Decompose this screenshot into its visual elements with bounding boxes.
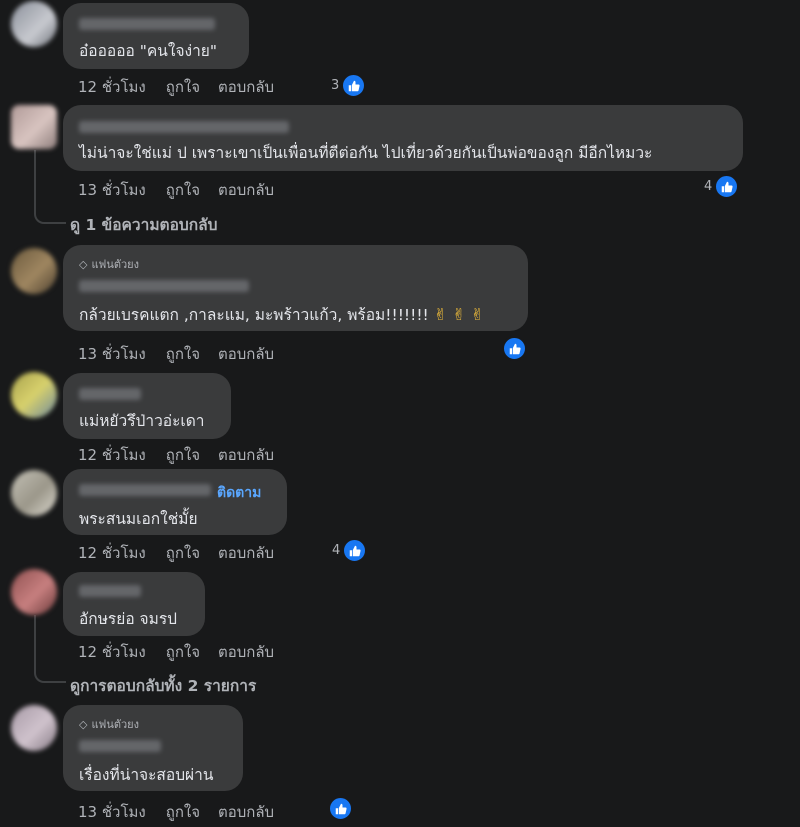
comment-text: อักษรย่อ จมรป	[79, 610, 178, 628]
reply-button[interactable]: ตอบกลับ	[218, 800, 274, 824]
author-name[interactable]	[79, 484, 211, 496]
fan-badge-label: แฟนตัวยง	[91, 718, 140, 731]
comment-bubble: อ๋อออออ "คนใจง่าย"	[63, 3, 249, 69]
author-name[interactable]	[79, 740, 161, 752]
avatar[interactable]	[11, 372, 57, 418]
comment-bubble: ไม่น่าจะใช่แม่ ป เพราะเขาเป็นเพื่อนที่ตี…	[63, 105, 743, 171]
reaction-count[interactable]: 3	[331, 73, 367, 98]
author-name[interactable]	[79, 388, 141, 400]
avatar[interactable]	[11, 1, 57, 47]
like-button[interactable]: ถูกใจ	[166, 443, 200, 467]
like-button[interactable]: ถูกใจ	[166, 75, 200, 99]
reaction-count[interactable]: 4	[332, 538, 368, 563]
comment-actions: 12 ชั่วโมง ถูกใจ ตอบกลับ	[78, 443, 292, 467]
comment-text: ไม่น่าจะใช่แม่ ป เพราะเขาเป็นเพื่อนที่ตี…	[79, 144, 653, 162]
avatar[interactable]	[11, 105, 57, 149]
comment-actions: 13 ชั่วโมง ถูกใจ ตอบกลับ	[78, 178, 292, 202]
author-name[interactable]	[79, 280, 249, 292]
comment-time[interactable]: 12 ชั่วโมง	[78, 75, 146, 99]
comment-time[interactable]: 13 ชั่วโมง	[78, 342, 146, 366]
reaction-count[interactable]	[502, 336, 527, 361]
comment-actions: 13 ชั่วโมง ถูกใจ ตอบกลับ	[78, 800, 292, 824]
comment-time[interactable]: 12 ชั่วโมง	[78, 443, 146, 467]
reply-button[interactable]: ตอบกลับ	[218, 541, 274, 565]
comment-actions: 13 ชั่วโมง ถูกใจ ตอบกลับ	[78, 342, 292, 366]
author-name[interactable]	[79, 18, 215, 30]
reply-button[interactable]: ตอบกลับ	[218, 443, 274, 467]
diamond-icon: ◇	[79, 258, 88, 271]
comment-text: พระสนมเอกใช่มั้ย	[79, 510, 198, 528]
reaction-count[interactable]: 4	[704, 174, 740, 199]
diamond-icon: ◇	[79, 718, 88, 731]
reply-button[interactable]: ตอบกลับ	[218, 342, 274, 366]
view-replies-link[interactable]: ดูการตอบกลับทั้ง 2 รายการ	[70, 673, 256, 698]
like-button[interactable]: ถูกใจ	[166, 178, 200, 202]
comment-time[interactable]: 12 ชั่วโมง	[78, 541, 146, 565]
like-reaction-icon	[328, 796, 353, 821]
comment-text: เรื่องที่น่าจะสอบผ่าน	[79, 766, 214, 784]
reply-thread-line	[34, 615, 66, 683]
comment-bubble: อักษรย่อ จมรป	[63, 572, 205, 636]
comment-time[interactable]: 13 ชั่วโมง	[78, 178, 146, 202]
view-replies-link[interactable]: ดู 1 ข้อความตอบกลับ	[70, 212, 217, 237]
like-button[interactable]: ถูกใจ	[166, 342, 200, 366]
comment-time[interactable]: 12 ชั่วโมง	[78, 640, 146, 664]
reply-button[interactable]: ตอบกลับ	[218, 178, 274, 202]
comment-actions: 12 ชั่วโมง ถูกใจ ตอบกลับ	[78, 541, 292, 565]
comment-bubble: แม่หยัวรึป่าวอ่ะเดา	[63, 373, 231, 439]
reply-thread-line	[34, 150, 66, 224]
comment-text-body: กล้วยเบรคแตก ,กาละแม, มะพร้าวแก้ว, พร้อม…	[79, 306, 429, 324]
avatar[interactable]	[11, 705, 57, 751]
comment-bubble: ติดตาม พระสนมเอกใช่มั้ย	[63, 469, 287, 535]
comment-text: อ๋อออออ "คนใจง่าย"	[79, 42, 218, 60]
avatar[interactable]	[11, 470, 57, 516]
reply-button[interactable]: ตอบกลับ	[218, 75, 274, 99]
like-reaction-icon	[341, 73, 367, 98]
like-reaction-icon	[502, 336, 527, 361]
victory-hand-emoji: ✌ ✌ ✌	[433, 305, 485, 324]
avatar[interactable]	[11, 248, 57, 294]
comment-text: กล้วยเบรคแตก ,กาละแม, มะพร้าวแก้ว, พร้อม…	[79, 302, 484, 327]
like-reaction-icon	[342, 538, 368, 563]
reply-button[interactable]: ตอบกลับ	[218, 640, 274, 664]
like-button[interactable]: ถูกใจ	[166, 640, 200, 664]
comment-time[interactable]: 13 ชั่วโมง	[78, 800, 146, 824]
avatar[interactable]	[11, 569, 57, 615]
author-name[interactable]	[79, 585, 141, 597]
like-button[interactable]: ถูกใจ	[166, 800, 200, 824]
fan-badge: ◇ แฟนตัวยง	[79, 255, 139, 273]
comment-actions: 12 ชั่วโมง ถูกใจ ตอบกลับ	[78, 640, 292, 664]
reaction-count[interactable]	[328, 796, 353, 821]
like-button[interactable]: ถูกใจ	[166, 541, 200, 565]
comment-actions: 12 ชั่วโมง ถูกใจ ตอบกลับ	[78, 75, 292, 99]
follow-link[interactable]: ติดตาม	[217, 482, 261, 504]
comment-text: แม่หยัวรึป่าวอ่ะเดา	[79, 412, 205, 430]
reaction-number: 3	[331, 78, 340, 93]
comment-bubble: ◇ แฟนตัวยง กล้วยเบรคแตก ,กาละแม, มะพร้าวแ…	[63, 245, 528, 331]
comment-bubble: ◇ แฟนตัวยง เรื่องที่น่าจะสอบผ่าน	[63, 705, 243, 791]
reaction-number: 4	[332, 543, 341, 558]
fan-badge-label: แฟนตัวยง	[91, 258, 140, 271]
like-reaction-icon	[714, 174, 740, 199]
reaction-number: 4	[704, 179, 713, 194]
fan-badge: ◇ แฟนตัวยง	[79, 715, 139, 733]
author-name[interactable]	[79, 121, 289, 133]
